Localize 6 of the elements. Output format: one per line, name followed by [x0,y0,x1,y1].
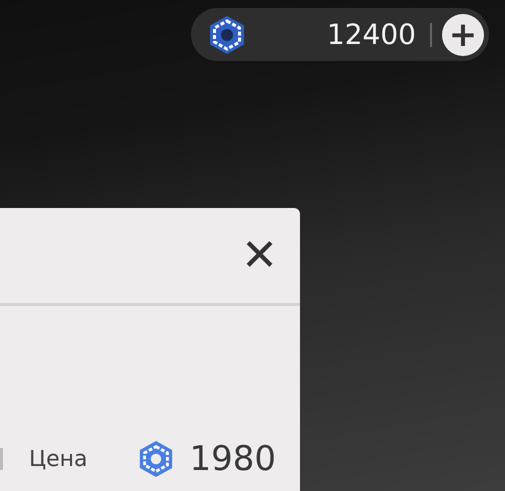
close-button[interactable]: ✕ [241,234,278,278]
price-value: 1980 [189,439,276,479]
balance-amount: 12400 [326,18,416,51]
add-button[interactable]: + [442,14,484,56]
price-label: Цена [29,446,88,472]
hexagon-coin-icon [207,14,247,54]
